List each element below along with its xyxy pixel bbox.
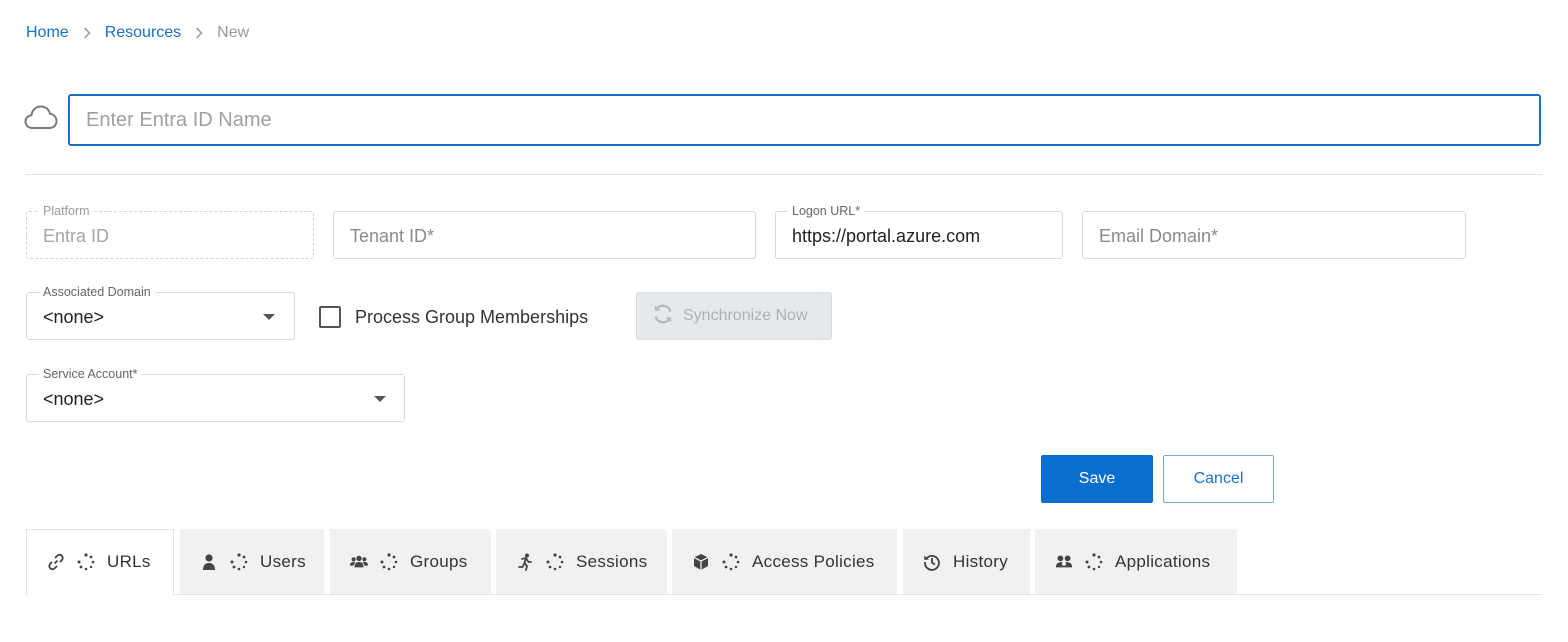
checkbox-box[interactable] xyxy=(319,306,341,328)
resource-name-input[interactable] xyxy=(68,94,1541,146)
tab-label: Users xyxy=(260,551,306,571)
caret-down-icon xyxy=(374,396,386,402)
user-icon xyxy=(200,553,218,571)
tab-users[interactable]: Users xyxy=(180,529,324,594)
process-group-memberships-checkbox[interactable]: Process Group Memberships xyxy=(319,306,588,328)
service-account-select[interactable]: Service Account* <none> xyxy=(26,367,405,422)
breadcrumb-current: New xyxy=(217,24,250,41)
logon-url-label: Logon URL* xyxy=(788,204,865,218)
chevron-right-icon xyxy=(83,27,91,39)
platform-field: Platform Entra ID xyxy=(26,204,314,259)
tab-bar: URLs Users Groups Sessions Access Polici… xyxy=(26,529,1542,595)
apps-icon xyxy=(1055,553,1073,571)
running-person-icon xyxy=(516,553,534,571)
process-group-memberships-label: Process Group Memberships xyxy=(355,306,589,327)
logon-url-value: https://portal.azure.com xyxy=(792,226,981,246)
email-domain-field[interactable]: Email Domain* xyxy=(1082,211,1466,259)
loading-spinner-icon xyxy=(1085,552,1103,571)
tab-urls[interactable]: URLs xyxy=(26,529,174,595)
tenant-id-field[interactable]: Tenant ID* xyxy=(333,211,756,259)
caret-down-icon xyxy=(263,314,275,320)
cube-icon xyxy=(692,553,710,571)
platform-value: Entra ID xyxy=(43,226,110,246)
breadcrumb-resources-link[interactable]: Resources xyxy=(105,24,181,42)
tab-sessions[interactable]: Sessions xyxy=(496,529,667,594)
tab-applications[interactable]: Applications xyxy=(1035,529,1237,594)
synchronize-now-button[interactable]: Synchronize Now xyxy=(636,292,832,340)
divider xyxy=(26,174,1542,175)
breadcrumb: Home Resources New xyxy=(26,24,249,42)
users-icon xyxy=(350,553,368,571)
tab-label: URLs xyxy=(107,552,151,571)
loading-spinner-icon xyxy=(230,552,248,571)
link-icon xyxy=(47,553,65,571)
service-account-label: Service Account* xyxy=(39,367,142,381)
tab-label: Sessions xyxy=(576,551,648,571)
breadcrumb-home-link[interactable]: Home xyxy=(26,24,69,42)
cloud-icon xyxy=(24,104,58,132)
tab-label: History xyxy=(953,551,1008,571)
loading-spinner-icon xyxy=(77,553,95,571)
associated-domain-value: <none> xyxy=(43,307,105,327)
loading-spinner-icon xyxy=(380,552,398,571)
logon-url-field[interactable]: Logon URL* https://portal.azure.com xyxy=(775,204,1063,259)
tab-history[interactable]: History xyxy=(903,529,1030,594)
email-domain-placeholder: Email Domain* xyxy=(1099,226,1219,246)
refresh-icon xyxy=(651,302,675,331)
platform-label: Platform xyxy=(39,204,94,218)
tenant-id-placeholder: Tenant ID* xyxy=(350,226,435,246)
tab-label: Groups xyxy=(410,551,468,571)
tab-label: Applications xyxy=(1115,551,1211,571)
associated-domain-label: Associated Domain xyxy=(39,285,155,299)
associated-domain-select[interactable]: Associated Domain <none> xyxy=(26,285,295,340)
tab-access-policies[interactable]: Access Policies xyxy=(672,529,897,594)
chevron-right-icon xyxy=(195,27,203,39)
tab-label: Access Policies xyxy=(752,551,875,571)
synchronize-now-label: Synchronize Now xyxy=(683,307,808,324)
cancel-button[interactable]: Cancel xyxy=(1163,455,1274,503)
save-button[interactable]: Save xyxy=(1041,455,1153,503)
history-icon xyxy=(923,553,941,571)
tab-groups[interactable]: Groups xyxy=(330,529,491,594)
service-account-value: <none> xyxy=(43,389,105,409)
resource-name-row xyxy=(24,94,1542,146)
loading-spinner-icon xyxy=(722,552,740,571)
loading-spinner-icon xyxy=(546,552,564,571)
